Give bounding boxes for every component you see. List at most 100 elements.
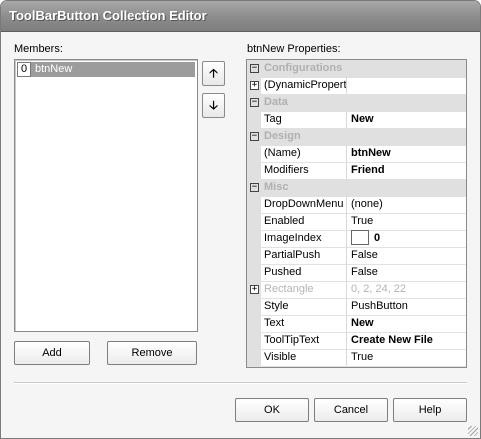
property-value[interactable]: 0	[348, 230, 466, 247]
resize-grip[interactable]	[468, 426, 478, 436]
row-gutter	[247, 145, 261, 162]
property-row[interactable]: Text New	[247, 315, 466, 333]
row-gutter	[247, 332, 261, 349]
window-title: ToolBarButton Collection Editor	[9, 8, 207, 23]
list-item[interactable]: 0 btnNew	[17, 62, 195, 77]
category-label: Misc	[264, 181, 289, 193]
property-row[interactable]: Style PushButton	[247, 298, 466, 316]
property-name: Enabled	[261, 213, 347, 230]
property-value[interactable]: True	[348, 349, 466, 366]
divider	[14, 382, 467, 384]
property-row[interactable]: PartialPush False	[247, 247, 466, 265]
property-name: (Name)	[261, 145, 347, 162]
help-button[interactable]: Help	[393, 398, 467, 422]
row-gutter	[247, 247, 261, 264]
property-value-text: False	[351, 249, 378, 261]
row-gutter	[247, 111, 261, 128]
property-row[interactable]: ImageIndex 0	[247, 230, 466, 248]
arrow-up-icon: 🡡	[209, 66, 218, 80]
property-value-text: 0	[374, 232, 381, 244]
property-value-text: False	[351, 266, 378, 278]
property-name: ToolTipText	[261, 332, 347, 349]
title-bar[interactable]: ToolBarButton Collection Editor	[1, 1, 480, 32]
property-value[interactable]: (none)	[348, 196, 466, 213]
property-value-text: True	[351, 351, 374, 363]
category-label: Data	[264, 96, 288, 108]
member-index: 0	[17, 62, 31, 77]
property-name: Style	[261, 298, 347, 315]
collapse-icon[interactable]: −	[250, 98, 259, 107]
property-value[interactable]: PushButton	[348, 298, 466, 315]
move-down-button[interactable]: 🡣	[202, 93, 225, 118]
row-gutter	[247, 315, 261, 332]
property-name: Rectangle	[261, 281, 347, 298]
property-row[interactable]: Visible True	[247, 349, 466, 367]
members-label: Members:	[14, 43, 63, 55]
property-value-text: Friend	[351, 164, 385, 176]
category-label: Design	[264, 130, 301, 142]
row-gutter	[247, 230, 261, 247]
property-name: Text	[261, 315, 347, 332]
property-row[interactable]: + Rectangle 0, 2, 24, 22	[247, 281, 466, 299]
property-name: Pushed	[261, 264, 347, 281]
add-button[interactable]: Add	[14, 341, 90, 365]
collapse-icon[interactable]: −	[250, 132, 259, 141]
property-value[interactable]: True	[348, 213, 466, 230]
property-row[interactable]: Enabled True	[247, 213, 466, 231]
property-value[interactable]: New	[348, 315, 466, 332]
arrow-down-icon: 🡣	[209, 98, 218, 112]
row-gutter	[247, 196, 261, 213]
properties-label: btnNew Properties:	[247, 43, 341, 55]
property-value[interactable]: False	[348, 247, 466, 264]
property-name: DropDownMenu	[261, 196, 347, 213]
property-value[interactable]: New	[348, 111, 466, 128]
property-value-text: 0, 2, 24, 22	[351, 283, 407, 295]
property-row[interactable]: Tag New	[247, 111, 466, 129]
property-value[interactable]: Friend	[348, 162, 466, 179]
remove-button[interactable]: Remove	[107, 341, 197, 365]
property-row[interactable]: DropDownMenu (none)	[247, 196, 466, 214]
property-value-text: PushButton	[351, 300, 408, 312]
property-name: Modifiers	[261, 162, 347, 179]
property-value-text: New	[351, 113, 374, 125]
property-value-text: Create New File	[351, 334, 433, 346]
move-up-button[interactable]: 🡡	[202, 61, 225, 86]
expand-icon[interactable]: +	[250, 285, 259, 294]
row-gutter	[247, 213, 261, 230]
collection-editor-dialog: ToolBarButton Collection Editor Members:…	[0, 0, 481, 439]
category-label: Configurations	[264, 62, 343, 74]
property-row[interactable]: Modifiers Friend	[247, 162, 466, 180]
collapse-icon[interactable]: −	[250, 64, 259, 73]
property-category[interactable]: − Data	[247, 94, 466, 112]
property-value[interactable]: Create New File	[348, 332, 466, 349]
property-category[interactable]: − Configurations	[247, 60, 466, 78]
property-row[interactable]: + (DynamicPropertie	[247, 77, 466, 95]
property-value[interactable]: False	[348, 264, 466, 281]
property-value[interactable]: btnNew	[348, 145, 466, 162]
property-row[interactable]: ToolTipText Create New File	[247, 332, 466, 350]
property-value[interactable]: 0, 2, 24, 22	[348, 281, 466, 298]
property-value-text: New	[351, 317, 374, 329]
row-gutter	[247, 298, 261, 315]
property-row[interactable]: Pushed False	[247, 264, 466, 282]
property-category[interactable]: − Design	[247, 128, 466, 146]
property-name: ImageIndex	[261, 230, 347, 247]
expand-icon[interactable]: +	[250, 81, 259, 90]
property-value-text: btnNew	[351, 147, 391, 159]
image-preview-icon	[351, 230, 369, 245]
property-value-text: True	[351, 215, 374, 227]
members-list[interactable]: 0 btnNew	[14, 59, 198, 332]
member-name: btnNew	[35, 63, 73, 75]
row-gutter	[247, 264, 261, 281]
property-value[interactable]	[348, 77, 466, 94]
property-grid[interactable]: − Configurations + (DynamicPropertie − Data Ta…	[246, 59, 467, 368]
property-name: (DynamicPropertie	[261, 77, 347, 94]
cancel-button[interactable]: Cancel	[314, 398, 388, 422]
ok-button[interactable]: OK	[235, 398, 309, 422]
property-category[interactable]: − Misc	[247, 179, 466, 197]
property-name: PartialPush	[261, 247, 347, 264]
property-name: Tag	[261, 111, 347, 128]
collapse-icon[interactable]: −	[250, 183, 259, 192]
property-row[interactable]: (Name) btnNew	[247, 145, 466, 163]
row-gutter	[247, 162, 261, 179]
